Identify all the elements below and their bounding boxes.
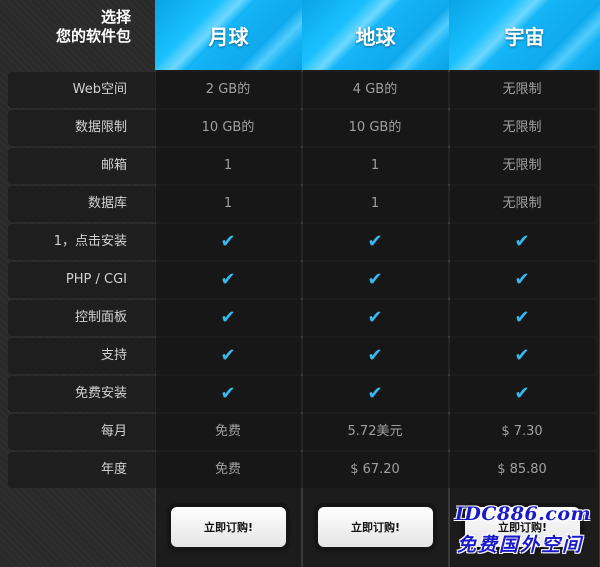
table-cell: 无限制 xyxy=(502,158,542,173)
corner-title-line2: 您的软件包 xyxy=(55,27,131,45)
table-cell: 1 xyxy=(223,158,233,173)
checkmark-icon: ✔ xyxy=(220,345,236,366)
table-corner-title: 选择 您的软件包 xyxy=(0,0,155,70)
row-label: 年度 xyxy=(100,462,127,477)
order-now-button-earth[interactable]: 立即订购! xyxy=(318,507,433,547)
plan-header-earth: 地球 xyxy=(302,0,449,70)
table-cell: 无限制 xyxy=(502,196,542,211)
order-now-button-moon[interactable]: 立即订购! xyxy=(171,507,286,547)
checkmark-icon: ✔ xyxy=(367,231,383,252)
row-label: 支持 xyxy=(100,348,127,363)
row-label: 控制面板 xyxy=(74,310,127,325)
checkmark-icon: ✔ xyxy=(367,269,383,290)
table-cell: 1 xyxy=(223,196,233,211)
checkmark-icon: ✔ xyxy=(514,383,530,404)
checkmark-icon: ✔ xyxy=(367,307,383,328)
checkmark-icon: ✔ xyxy=(220,269,236,290)
row-label: 1，点击安装 xyxy=(53,234,127,249)
row-label: 邮箱 xyxy=(100,158,127,173)
checkmark-icon: ✔ xyxy=(220,307,236,328)
table-cell: 1 xyxy=(370,196,380,211)
checkmark-icon: ✔ xyxy=(367,345,383,366)
corner-title-line1: 选择 xyxy=(100,8,131,26)
table-cell: 无限制 xyxy=(502,82,542,97)
row-label: 免费安装 xyxy=(74,386,127,401)
plan-header-moon: 月球 xyxy=(155,0,302,70)
table-cell: 免费 xyxy=(214,424,241,439)
table-cell: 10 GB的 xyxy=(348,120,402,135)
table-cell: 免费 xyxy=(214,462,241,477)
table-cell: 5.72美元 xyxy=(347,424,403,439)
checkmark-icon: ✔ xyxy=(367,383,383,404)
plan-header-universe: 宇宙 xyxy=(449,0,600,70)
table-cell: $ 7.30 xyxy=(501,424,543,439)
row-label: 数据限制 xyxy=(74,120,127,135)
table-cell: 2 GB的 xyxy=(205,82,251,97)
checkmark-icon: ✔ xyxy=(220,383,236,404)
table-cell: 1 xyxy=(370,158,380,173)
row-label: PHP / CGI xyxy=(65,272,127,287)
watermark-slogan: 免费国外空间 xyxy=(457,534,584,556)
table-cell: $ 85.80 xyxy=(497,462,547,477)
row-label: 每月 xyxy=(100,424,127,439)
checkmark-icon: ✔ xyxy=(514,307,530,328)
row-label: Web空间 xyxy=(72,82,127,97)
row-label: 数据库 xyxy=(87,196,127,211)
checkmark-icon: ✔ xyxy=(514,345,530,366)
checkmark-icon: ✔ xyxy=(514,231,530,252)
table-cell: 10 GB的 xyxy=(201,120,255,135)
checkmark-icon: ✔ xyxy=(514,269,530,290)
table-cell: 4 GB的 xyxy=(352,82,398,97)
table-cell: 无限制 xyxy=(502,120,542,135)
checkmark-icon: ✔ xyxy=(220,231,236,252)
table-cell: $ 67.20 xyxy=(350,462,400,477)
watermark-domain: IDC886.com xyxy=(455,503,592,525)
